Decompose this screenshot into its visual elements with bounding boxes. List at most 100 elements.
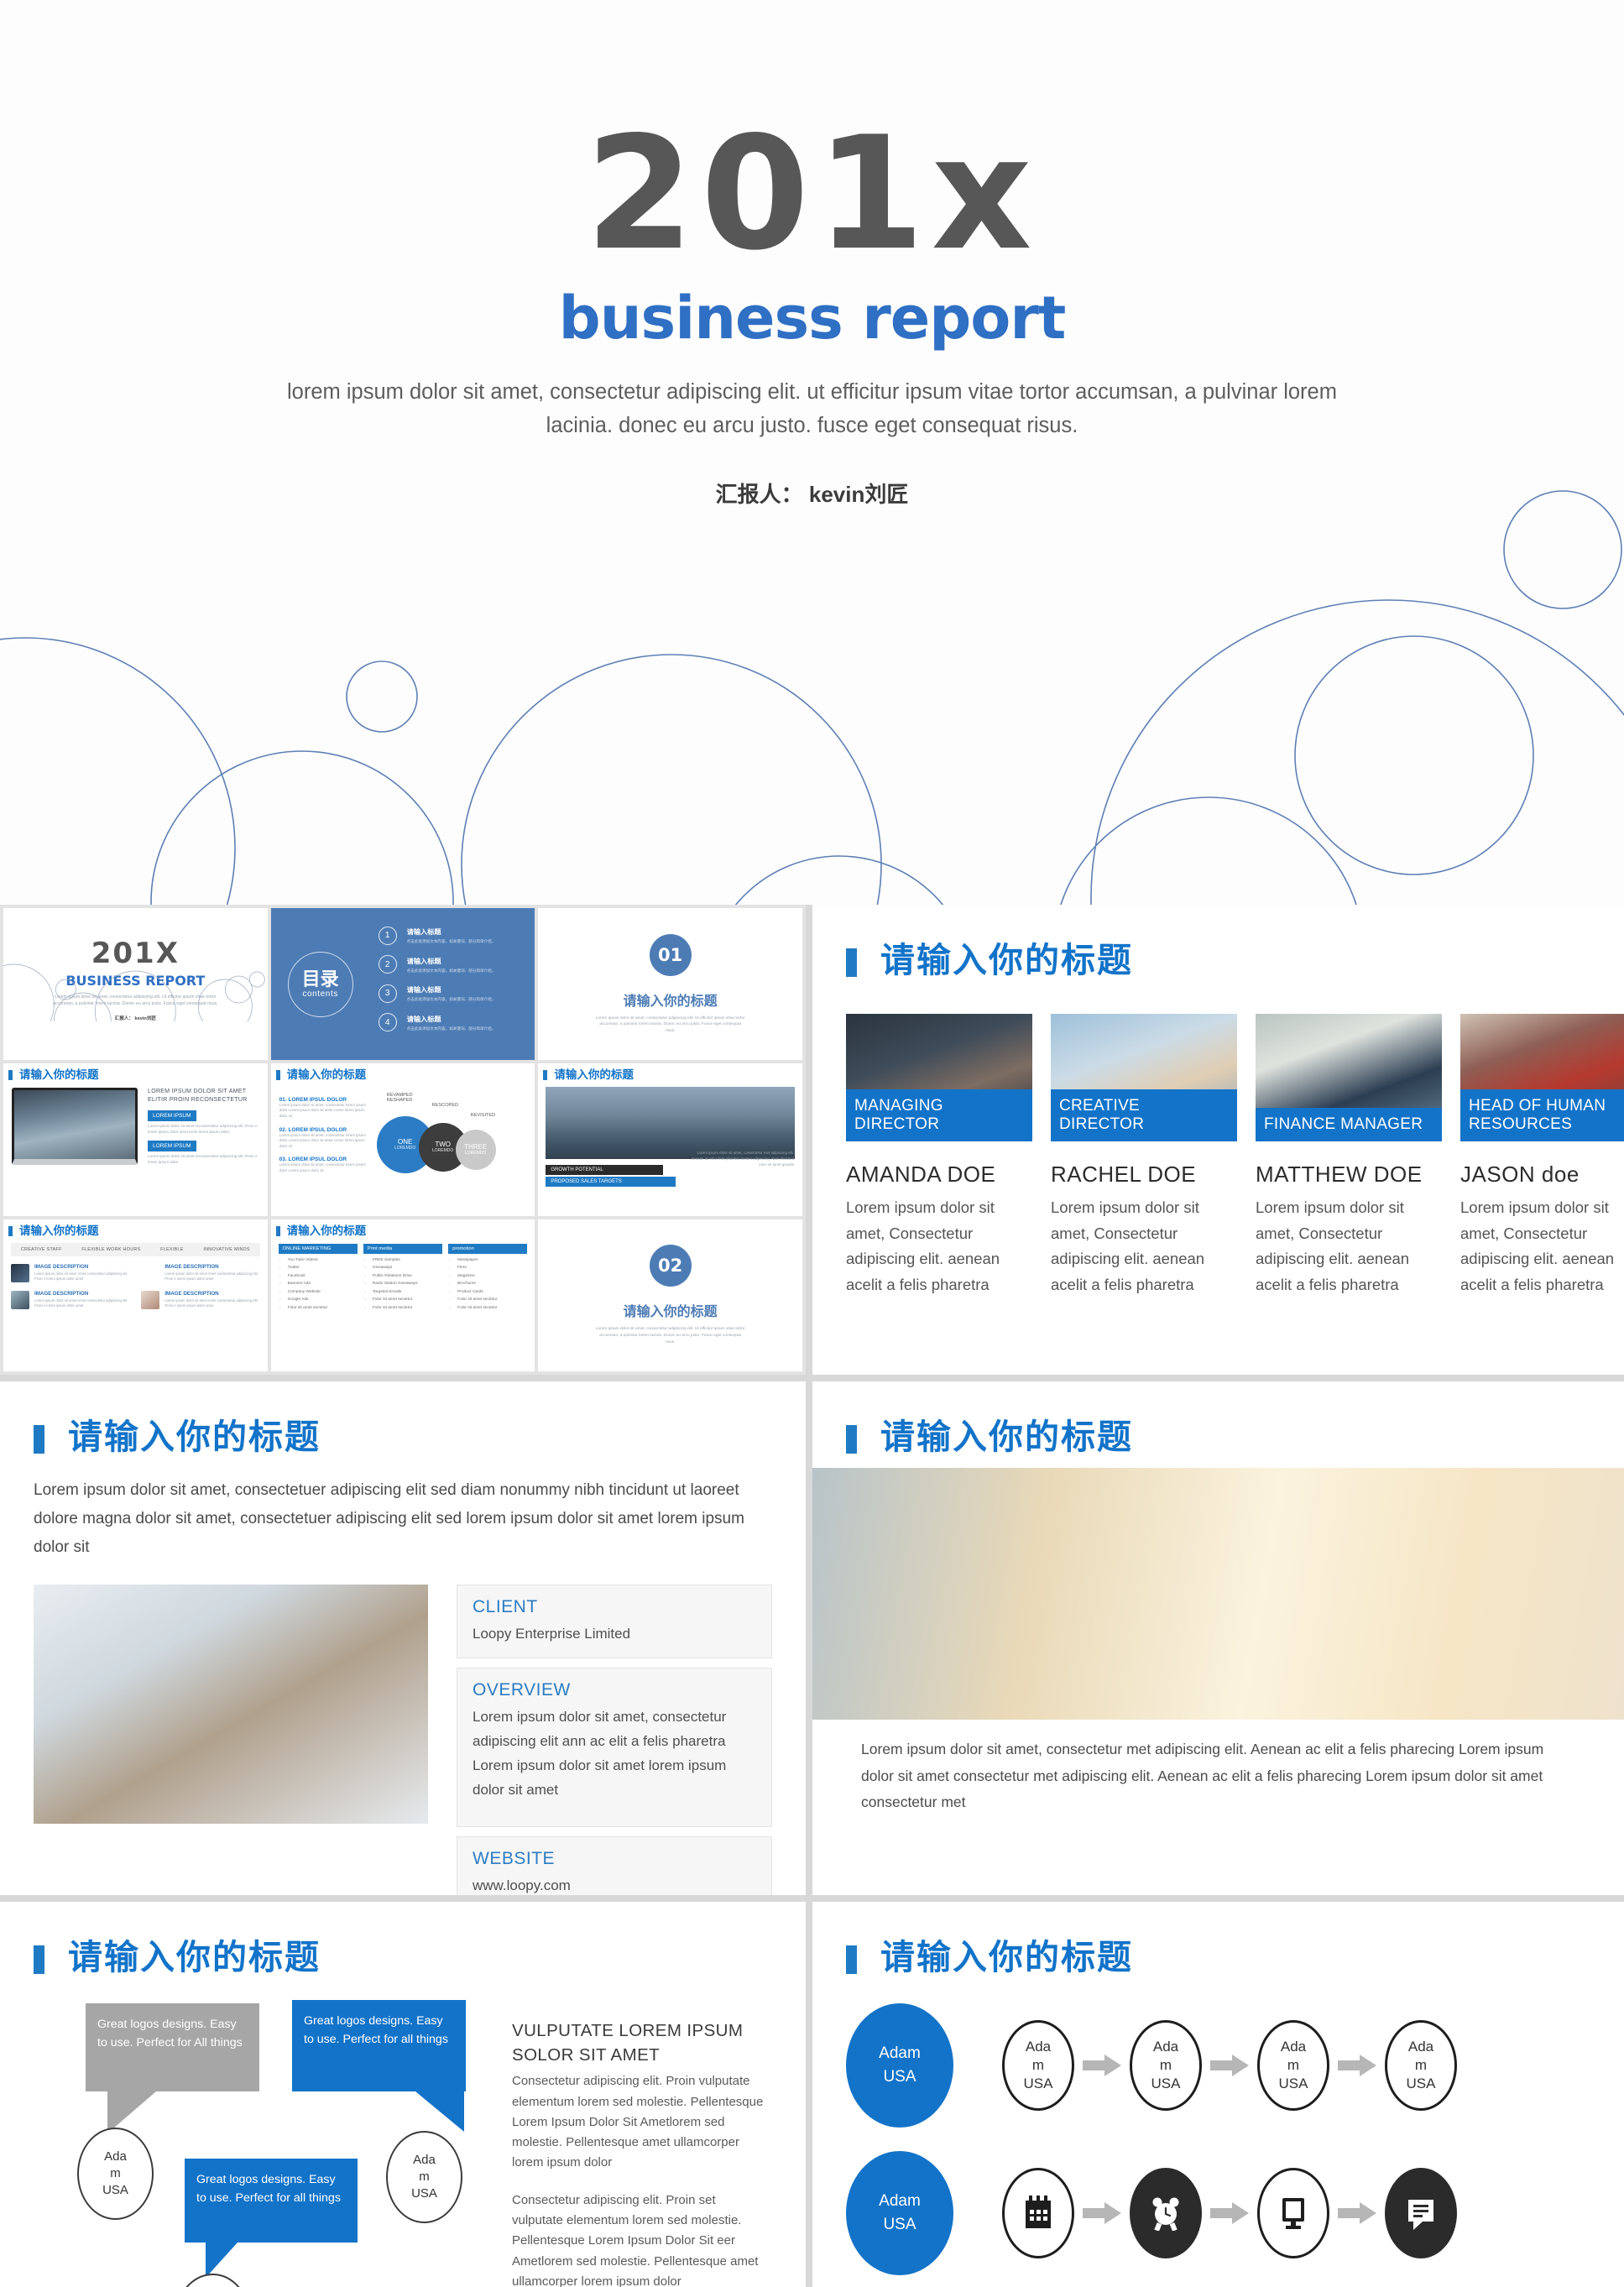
thumbnail-grid-slide[interactable]: 201X BUSINESS REPORT Lorem ipsum dolor s…	[0, 905, 806, 1375]
venn-circle-three: THREE LOREMDO	[455, 1129, 496, 1170]
flow-icon-node[interactable]	[1257, 2168, 1329, 2258]
contents-item-title: 请输入标题	[406, 957, 441, 965]
team-member-photo: MANAGING DIRECTOR	[846, 1014, 1032, 1141]
deck-row-3: 请输入你的标题 Great logos designs. Easy to use…	[0, 1902, 1624, 2287]
thumb-cover[interactable]: 201X BUSINESS REPORT Lorem ipsum dolor s…	[3, 908, 268, 1061]
contents-en-label: contents	[302, 989, 338, 1000]
team-member-name: AMANDA DOE	[846, 1162, 996, 1187]
speech-bubble-tail	[206, 2243, 238, 2278]
contents-item-desc: 点击此处添加文本内容，如关键词、部分简单介绍。	[406, 997, 496, 1002]
project-card-label: OVERVIEW	[473, 1680, 571, 1700]
arrow-right-icon	[1338, 2202, 1376, 2224]
staff-tab[interactable]: CREATIVE STAFF	[21, 1247, 62, 1252]
laptop-chip-text: Lorem ipsum dolor sit amet reconsectetur…	[148, 1153, 258, 1164]
thumb-city[interactable]: 请输入你的标题 GROWTH POTENTIAL PROPOSED SALES …	[538, 1063, 802, 1216]
section-desc: Lorem ipsum dolor sit amet, consectetur …	[595, 1327, 745, 1345]
contents-item[interactable]: 4 请输入标题 点击此处添加文本内容，如关键词、部分简单介绍。	[378, 1013, 495, 1032]
contents-item[interactable]: 1 请输入标题 点击此处添加文本内容，如关键词、部分简单介绍。	[378, 926, 495, 945]
laptop-heading: LOREM IPSUM DOLOR SIT AMET ELITIR PROIN …	[148, 1088, 248, 1104]
team-slide[interactable]: 请输入你的标题 MANAGING DIRECTOR AMANDA DOE Lor…	[812, 905, 1624, 1375]
contents-item-number: 3	[378, 984, 397, 1003]
staff-tab-bar[interactable]: CREATIVE STAFF FLEXIBLE WORK HOURS FLEXI…	[11, 1243, 260, 1257]
thumb-section-01[interactable]: 01 请输入你的标题 Lorem ipsum dolor sit amet, c…	[538, 908, 802, 1061]
flow-node[interactable]: Ada m USA	[1002, 2020, 1074, 2111]
project-info-card: OVERVIEW Lorem ipsum dolor sit amet, con…	[457, 1668, 772, 1828]
team-member-card[interactable]: MANAGING DIRECTOR AMANDA DOE Lorem ipsum…	[846, 1014, 1032, 1298]
thumb-marketing[interactable]: 请输入你的标题 ONLINE MARKETING You Tube Videos…	[270, 1219, 535, 1371]
marketing-item: Folor sit amet sectetur	[363, 1306, 442, 1310]
flow-icon-node[interactable]	[1130, 2168, 1202, 2258]
thumb-contents[interactable]: 目录 contents 1 请输入标题 点击此处添加文本内容，如关键词、部分简单…	[270, 908, 535, 1061]
team-member-card[interactable]: CREATIVE DIRECTOR RACHEL DOE Lorem ipsum…	[1051, 1014, 1237, 1298]
staff-item-head: IMAGE DESCRIPTION	[164, 1264, 219, 1271]
team-member-name: RACHEL DOE	[1051, 1162, 1197, 1187]
staff-item-text: Lorem ipsum dolor sit amet Amet consecte…	[34, 1298, 128, 1308]
team-member-name: MATTHEW DOE	[1256, 1162, 1423, 1187]
cover-slide: 201x business report lorem ipsum dolor s…	[0, 0, 1624, 905]
flow-lead-node[interactable]: Adam USA	[846, 2003, 953, 2128]
flow-node-line-3: USA	[1406, 2076, 1436, 2092]
venn-circle-label: ONE	[397, 1138, 413, 1146]
flow-node-line-2: m	[1414, 2056, 1428, 2073]
flow-lead-line-2: USA	[883, 2068, 916, 2086]
bubbles-slide[interactable]: 请输入你的标题 Great logos designs. Easy to use…	[0, 1902, 806, 2287]
flow-node[interactable]: Ada m USA	[1130, 2020, 1202, 2111]
bridge-caption: Lorem ipsum dolor sit amet, consectetur …	[861, 1741, 1544, 1810]
bubbles-slide-title: 请输入你的标题	[68, 1938, 321, 1976]
thumb-venn[interactable]: 请输入你的标题 01. LOREM IPSUL DOLOR Lorem ipsu…	[270, 1063, 535, 1216]
thumb-section-02[interactable]: 02 请输入你的标题 Lorem ipsum dolor sit amet, c…	[538, 1219, 802, 1371]
laptop-chip[interactable]: LOREM IPSUM	[148, 1140, 196, 1151]
title-accent-bar	[34, 1945, 44, 1974]
staff-item-text: Lorem ipsum dolor sit amet Amet consecte…	[164, 1298, 258, 1308]
team-member-card[interactable]: FINANCE MANAGER MATTHEW DOE Lorem ipsum …	[1256, 1014, 1442, 1298]
marketing-column: promotion Newspaper Flers Magazine Broch…	[448, 1244, 528, 1310]
flow-lead-node[interactable]: Adam USA	[846, 2151, 953, 2275]
project-info-card: CLIENT Loopy Enterprise Limited	[457, 1584, 772, 1659]
staff-tab[interactable]: INNOVATIVE MINDS	[203, 1247, 250, 1252]
title-accent-bar	[34, 1425, 44, 1454]
arrow-right-icon	[1210, 2055, 1249, 2076]
marketing-item: Folor sit amet sectetur	[448, 1298, 527, 1302]
contents-item-number: 1	[378, 926, 397, 945]
venn-list-text: Lorem ipsum dolor sit amet, consectetur …	[279, 1162, 366, 1173]
project-slide[interactable]: 请输入你的标题 Lorem ipsum dolor sit amet, cons…	[0, 1381, 806, 1895]
project-image	[34, 1584, 428, 1824]
marketing-column: ONLINE MARKETING You Tube Videos Twitter…	[278, 1244, 358, 1310]
arrow-right-icon	[1210, 2202, 1249, 2224]
marketing-item: Brochures	[448, 1282, 527, 1286]
staff-thumbnail	[11, 1264, 29, 1283]
marketing-item: Radio Station Giveaways	[363, 1282, 442, 1286]
team-member-card[interactable]: HEAD OF HUMAN RESOURCES JASON doe Lorem …	[1460, 1014, 1624, 1298]
marketing-column-head: ONLINE MARKETING	[278, 1244, 358, 1255]
laptop-chip[interactable]: LOREM IPSUM	[148, 1110, 196, 1121]
venn-circle-sub: LOREMDO	[394, 1146, 416, 1151]
project-card-value[interactable]: www.loopy.com	[473, 1874, 756, 1895]
flow-icon-node[interactable]	[1002, 2168, 1074, 2258]
project-card-value: Lorem ipsum dolor sit amet, consectetur …	[473, 1709, 727, 1799]
staff-thumbnail	[141, 1264, 159, 1282]
bridge-slide[interactable]: 请输入你的标题 Lorem ipsum dolor sit amet, cons…	[812, 1381, 1624, 1895]
flow-node[interactable]: Ada m USA	[1385, 2020, 1457, 2111]
contents-item[interactable]: 2 请输入标题 点击此处添加文本内容，如关键词、部分简单介绍。	[378, 955, 495, 974]
speech-bubble-text: Great logos designs. Easy to use. Perfec…	[304, 2014, 448, 2046]
oval-line-1: Ada	[104, 2149, 127, 2164]
slide-deck: 201X BUSINESS REPORT Lorem ipsum dolor s…	[0, 905, 1624, 2287]
flow-node-line-1: Ada	[1280, 2038, 1307, 2055]
section-number-badge: 02	[649, 1245, 692, 1287]
flow-node[interactable]: Ada m USA	[1257, 2020, 1329, 2111]
flow-slide[interactable]: 请输入你的标题 Adam USA Ada m USA Ada m USA Ada…	[812, 1902, 1624, 2287]
marketing-column-head: promotion	[448, 1244, 528, 1255]
contents-item[interactable]: 3 请输入标题 点击此处添加文本内容，如关键词、部分简单介绍。	[378, 984, 496, 1003]
team-member-role: HEAD OF HUMAN RESOURCES	[1460, 1089, 1624, 1141]
thumb-laptop[interactable]: 请输入你的标题 LOREM IPSUM DOLOR SIT AMET ELITI…	[3, 1063, 268, 1216]
team-slide-title: 请输入你的标题	[880, 941, 1133, 979]
staff-tab[interactable]: FLEXIBLE WORK HOURS	[81, 1247, 140, 1252]
marketing-item: Twitter	[279, 1266, 358, 1270]
team-member-desc: Lorem ipsum dolor sit amet, Consectetur …	[846, 1198, 1000, 1293]
thumb-staff[interactable]: 请输入你的标题 CREATIVE STAFF FLEXIBLE WORK HOU…	[3, 1219, 268, 1371]
staff-item: IMAGE DESCRIPTION Lorem ipsum dolor sit …	[141, 1264, 259, 1282]
staff-tab[interactable]: FLEXIBLE	[160, 1247, 184, 1252]
monitor-icon	[1282, 2198, 1304, 2229]
flow-icon-node[interactable]	[1385, 2168, 1457, 2258]
flow-node-line-3: USA	[1023, 2076, 1053, 2092]
